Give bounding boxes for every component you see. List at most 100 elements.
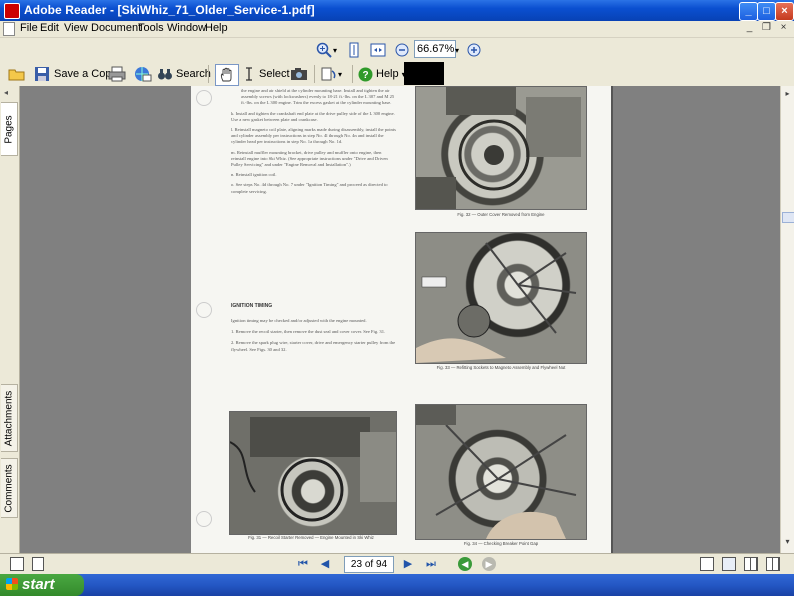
engine-photo-overlay <box>416 87 581 209</box>
floppy-disk-icon <box>35 67 49 81</box>
svg-text:?: ? <box>362 70 368 81</box>
document-icon[interactable] <box>3 22 15 36</box>
help-icon: ? <box>358 67 373 81</box>
caption-fig33: Fig. 33 — Refitting Sockets to Magneto A… <box>436 365 566 370</box>
doc-close-icon[interactable]: × <box>777 22 790 35</box>
continuous-layout-icon[interactable] <box>722 557 736 571</box>
go-forward-button[interactable]: ▶ <box>482 557 496 571</box>
section-text: Ignition timing may be checked and/or ad… <box>231 318 397 358</box>
doc-restore-icon[interactable]: ❐ <box>760 22 773 35</box>
previous-page-button[interactable]: ◀ <box>318 557 332 571</box>
binoculars-icon <box>158 69 172 80</box>
paragraph: 1. Remove the recoil starter, then remov… <box>231 329 386 335</box>
zoom-dropdown-button[interactable]: ▾ <box>455 41 459 59</box>
zoom-level-input[interactable]: 66.67% <box>414 40 456 58</box>
caption-fig32: Fig. 32 — Outer Cover Removed from Engin… <box>457 212 545 217</box>
window-title: Adobe Reader - [SkiWhiz_71_Older_Service… <box>24 3 315 17</box>
tab-comments[interactable]: Comments <box>1 458 18 518</box>
scroll-down-arrow-icon[interactable]: ▾ <box>782 536 793 547</box>
pane-arrow-right-icon[interactable]: ▸ <box>782 88 793 99</box>
caption-fig31: Fig. 31 — Recoil Starter Removed — Engin… <box>248 535 374 540</box>
windows-taskbar: start <box>0 574 794 596</box>
windows-logo-icon <box>6 578 18 590</box>
email-button[interactable] <box>134 65 152 83</box>
fit-page-icon <box>370 43 386 57</box>
menu-help[interactable]: Help <box>205 22 228 34</box>
menu-file[interactable]: File <box>20 22 38 34</box>
magnifier-plus-icon <box>316 42 332 58</box>
navigation-pane: ◂ Pages Attachments Comments <box>0 86 20 553</box>
page-size-icon[interactable] <box>10 557 24 571</box>
actual-size-button[interactable] <box>346 41 362 59</box>
open-button[interactable] <box>8 65 26 83</box>
tab-pages-label: Pages <box>3 114 15 144</box>
menu-tools[interactable]: Tools <box>138 22 164 34</box>
zoom-out-icon <box>395 43 409 57</box>
save-copy-button[interactable]: Save a Copy <box>34 65 117 83</box>
pdf-page: the engine and air shield at the cylinde… <box>191 86 611 553</box>
punch-hole <box>196 302 212 318</box>
pane-arrow-icon[interactable]: ◂ <box>4 89 14 97</box>
page-number-field[interactable]: 23 of 94 <box>344 556 394 573</box>
next-page-button[interactable]: ▶ <box>401 557 415 571</box>
menu-document[interactable]: Document <box>91 22 141 34</box>
punch-hole <box>196 511 212 527</box>
camera-icon <box>291 68 307 80</box>
search-button[interactable]: Search <box>157 65 211 83</box>
zoom-out-button[interactable] <box>395 41 409 59</box>
zoom-toolbar: ▾ 66.67% ▾ <box>0 38 794 62</box>
paragraph: the engine and air shield at the cylinde… <box>241 88 395 106</box>
engine-photo-overlay <box>416 405 577 539</box>
engine-photo-fig32 <box>415 86 587 210</box>
hand-tool-button[interactable] <box>215 64 239 86</box>
help-button[interactable]: ? Help ▾ <box>358 65 406 83</box>
tab-pages[interactable]: Pages <box>1 102 18 156</box>
print-button[interactable] <box>108 65 126 83</box>
text-cursor-icon <box>246 67 252 81</box>
title-bar: Adobe Reader - [SkiWhiz_71_Older_Service… <box>0 0 794 21</box>
start-button[interactable]: start <box>0 574 84 596</box>
scroll-thumb[interactable] <box>782 212 794 223</box>
zoom-in-button[interactable] <box>467 41 481 59</box>
vertical-scrollbar[interactable]: ▸ ▾ <box>780 86 794 553</box>
menu-window[interactable]: Window <box>167 22 206 34</box>
paragraph: n. Reinstall ignition coil. <box>231 172 277 178</box>
search-label: Search <box>176 68 211 80</box>
snapshot-button[interactable] <box>290 65 308 83</box>
engine-photo-overlay <box>230 417 396 522</box>
close-button[interactable]: × <box>775 2 794 21</box>
first-page-button[interactable]: ⏮ <box>296 557 310 571</box>
single-page-layout-icon[interactable] <box>700 557 714 571</box>
last-page-button[interactable]: ⏭ <box>424 557 438 571</box>
rotate-view-button[interactable]: ▾ <box>320 65 342 83</box>
minimize-button[interactable]: _ <box>739 2 758 21</box>
zoom-in-tool-button[interactable]: ▾ <box>316 41 337 59</box>
menu-view[interactable]: View <box>64 22 88 34</box>
doc-minimize-icon[interactable]: _ <box>743 22 756 35</box>
engine-photo-fig33 <box>415 232 587 364</box>
fit-page-button[interactable] <box>370 41 386 59</box>
printer-icon <box>108 66 126 82</box>
actual-size-icon <box>349 42 359 58</box>
menu-edit[interactable]: Edit <box>40 22 59 34</box>
facing-layout-icon[interactable] <box>744 557 758 571</box>
adobe-reader-icon <box>4 3 20 19</box>
select-tool-button[interactable]: Select <box>242 65 290 83</box>
document-icon[interactable] <box>32 557 44 571</box>
tab-attachments-label: Attachments <box>3 390 15 446</box>
paragraph: l. Reinstall magneto coil plate, alignin… <box>231 127 396 145</box>
go-back-button[interactable]: ◀ <box>458 557 472 571</box>
engine-photo-fig34 <box>415 404 587 540</box>
toolbar-separator <box>208 65 209 83</box>
tab-attachments[interactable]: Attachments <box>1 384 18 452</box>
paragraph: 2. Remove the spark plug wire, starter c… <box>231 340 396 352</box>
continuous-facing-layout-icon[interactable] <box>766 557 780 571</box>
paragraph: k. Install and tighten the crankshaft en… <box>231 110 395 122</box>
maximize-button[interactable]: □ <box>757 2 776 21</box>
select-label: Select <box>259 68 290 80</box>
paragraph: Ignition timing may be checked and/or ad… <box>231 318 367 323</box>
rotate-page-icon <box>321 67 336 81</box>
punch-hole <box>196 90 212 106</box>
zoom-in-icon <box>467 43 481 57</box>
status-bar: ⏮ ◀ 23 of 94 ▶ ⏭ ◀ ▶ <box>0 553 794 575</box>
